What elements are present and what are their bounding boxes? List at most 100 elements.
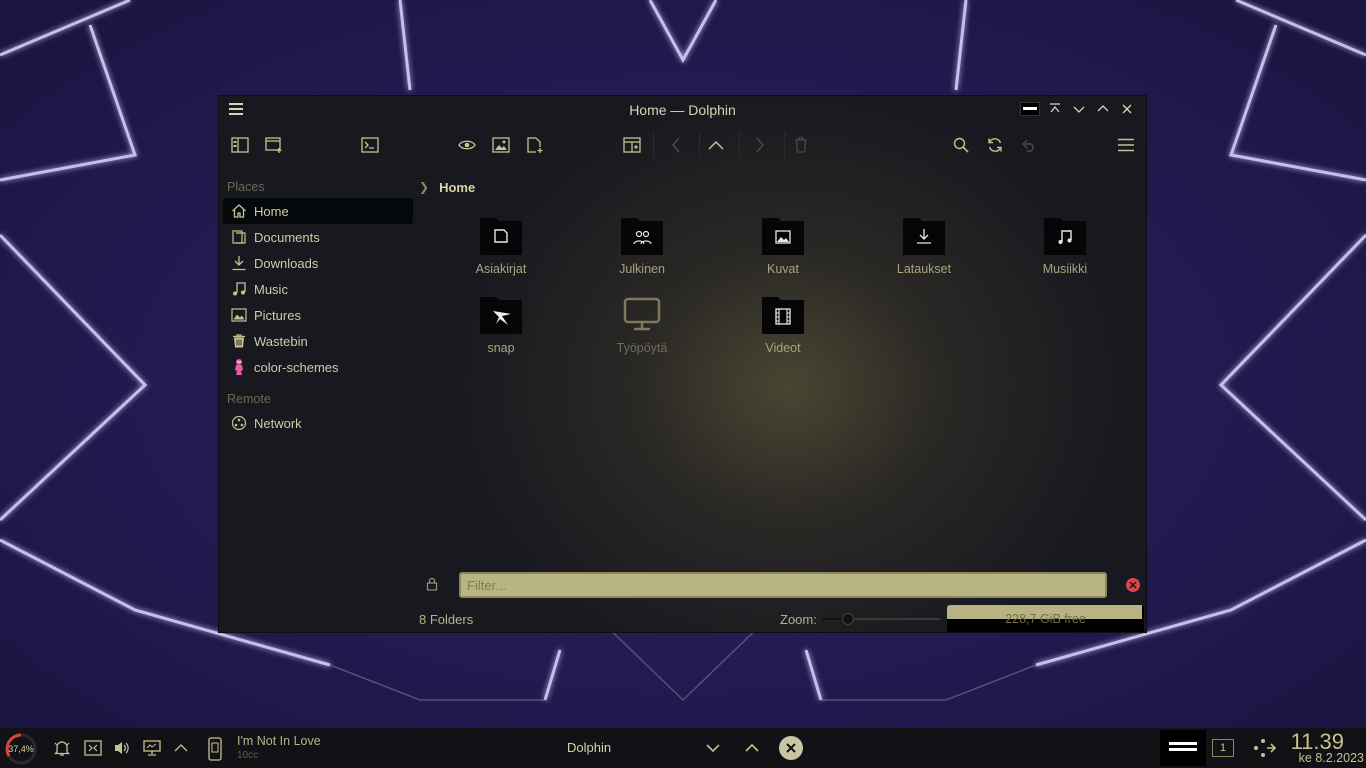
- maximize-icon[interactable]: [1094, 100, 1112, 118]
- clear-filter-icon[interactable]: [1126, 578, 1140, 592]
- place-label: Home: [254, 203, 289, 219]
- pictures-folder-icon: [761, 216, 805, 256]
- zoom-label: Zoom:: [780, 612, 817, 627]
- cpu-monitor[interactable]: 37,4%: [4, 732, 38, 766]
- picture-icon: [231, 307, 247, 323]
- place-documents[interactable]: Documents: [223, 224, 413, 250]
- clock-date[interactable]: ke 8.2.2023: [1299, 751, 1364, 765]
- download-icon: [231, 255, 247, 271]
- folder-label: Julkinen: [619, 262, 665, 276]
- folder-label: Videot: [765, 341, 801, 355]
- media-player-icon[interactable]: [205, 736, 225, 762]
- free-space-text: 228,7 GiB free: [1005, 612, 1086, 626]
- window-thumbnail-icon[interactable]: [1020, 102, 1040, 116]
- window-menu-icon[interactable]: [229, 103, 243, 115]
- document-folder-icon: [479, 216, 523, 256]
- virtual-desktop-pager[interactable]: 1: [1212, 739, 1234, 757]
- place-label: Documents: [254, 229, 320, 245]
- toolbar-separator: [739, 132, 740, 158]
- task-close-icon[interactable]: [779, 736, 803, 760]
- pager-number: 1: [1219, 742, 1227, 754]
- toolbar-separator: [699, 132, 700, 158]
- place-color-schemes[interactable]: color-schemes: [223, 354, 413, 380]
- panels-icon[interactable]: [229, 134, 251, 156]
- folder-item[interactable]: Videot: [733, 295, 833, 355]
- public-folder-icon: [620, 216, 664, 256]
- dolphin-task-icon[interactable]: [1160, 730, 1206, 766]
- folder-item[interactable]: Työpöytä: [592, 295, 692, 355]
- forward-icon[interactable]: [749, 134, 771, 156]
- place-music[interactable]: Music: [223, 276, 413, 302]
- taskbar: 37,4% I'm Not In Love 10cc Dolphin 1 11.…: [0, 728, 1366, 768]
- new-window-icon[interactable]: [263, 134, 285, 156]
- place-downloads[interactable]: Downloads: [223, 250, 413, 276]
- app-launcher-icon[interactable]: [1252, 736, 1276, 760]
- folder-item[interactable]: Julkinen: [592, 216, 692, 276]
- hamburger-menu-icon[interactable]: [1115, 134, 1137, 156]
- close-icon[interactable]: [1118, 100, 1136, 118]
- up-icon[interactable]: [705, 134, 727, 156]
- search-icon[interactable]: [950, 134, 972, 156]
- downloads-folder-icon: [902, 216, 946, 256]
- back-icon[interactable]: [665, 134, 687, 156]
- split-view-icon[interactable]: [621, 134, 643, 156]
- document-icon: [231, 229, 247, 245]
- title-bar[interactable]: Home — Dolphin: [219, 96, 1146, 124]
- place-pictures[interactable]: Pictures: [223, 302, 413, 328]
- folder-item[interactable]: snap: [451, 295, 551, 355]
- new-tab-icon[interactable]: [524, 134, 546, 156]
- breadcrumb-home[interactable]: Home: [439, 180, 475, 195]
- zoom-slider-handle[interactable]: [841, 613, 854, 625]
- folder-item[interactable]: Kuvat: [733, 216, 833, 276]
- breadcrumb: ❯ Home: [419, 178, 475, 196]
- active-task-title[interactable]: Dolphin: [567, 740, 611, 755]
- place-wastebin[interactable]: Wastebin: [223, 328, 413, 354]
- lock-icon[interactable]: [425, 577, 439, 591]
- remote-section-label: Remote: [227, 392, 271, 406]
- task-maximize-icon[interactable]: [742, 738, 762, 758]
- kde-connect-icon[interactable]: [83, 738, 103, 758]
- volume-icon[interactable]: [112, 738, 132, 758]
- dolphin-window: Home — Dolphin Places Home Documents Dow…: [218, 95, 1147, 633]
- free-space-indicator[interactable]: 228,7 GiB free: [947, 605, 1144, 632]
- chevron-right-icon[interactable]: ❯: [419, 180, 429, 194]
- cpu-percent: 37,4%: [8, 744, 34, 754]
- minimize-icon[interactable]: [1070, 100, 1088, 118]
- display-icon[interactable]: [142, 738, 162, 758]
- chevron-up-icon[interactable]: [172, 738, 190, 758]
- places-section-label: Places: [227, 180, 265, 194]
- place-label: Music: [254, 281, 288, 297]
- folder-label: snap: [487, 341, 515, 355]
- place-label: Downloads: [254, 255, 319, 271]
- places-panel: Places Home Documents Downloads Music Pi…: [223, 176, 413, 436]
- toolbar-separator: [653, 132, 654, 158]
- undo-icon[interactable]: [1018, 134, 1040, 156]
- place-network[interactable]: Network: [223, 410, 413, 436]
- terminal-icon[interactable]: [359, 134, 381, 156]
- media-title[interactable]: I'm Not In Love: [237, 734, 321, 748]
- main-toolbar: [219, 128, 1146, 162]
- keep-above-icon[interactable]: [1046, 100, 1064, 118]
- window-title: Home — Dolphin: [629, 102, 736, 118]
- trash-icon: [231, 333, 247, 349]
- filter-input[interactable]: [459, 572, 1107, 598]
- folder-item[interactable]: Lataukset: [874, 216, 974, 276]
- videos-folder-icon: [761, 295, 805, 335]
- pink-panther-icon: [231, 359, 247, 375]
- place-home[interactable]: Home: [223, 198, 413, 224]
- folder-label: Asiakirjat: [475, 262, 527, 276]
- task-minimize-icon[interactable]: [703, 738, 723, 758]
- image-preview-icon[interactable]: [490, 134, 512, 156]
- folder-item[interactable]: Musiikki: [1015, 216, 1115, 276]
- folder-label: Kuvat: [767, 262, 799, 276]
- desktop-icon: [620, 295, 664, 335]
- zoom-slider[interactable]: [822, 618, 940, 620]
- music-folder-icon: [1043, 216, 1087, 256]
- delete-icon[interactable]: [790, 134, 812, 156]
- music-icon: [231, 281, 247, 297]
- folder-item[interactable]: Asiakirjat: [451, 216, 551, 276]
- folder-label: Lataukset: [896, 262, 952, 276]
- reload-icon[interactable]: [984, 134, 1006, 156]
- notifications-icon[interactable]: [52, 738, 72, 758]
- preview-eye-icon[interactable]: [456, 134, 478, 156]
